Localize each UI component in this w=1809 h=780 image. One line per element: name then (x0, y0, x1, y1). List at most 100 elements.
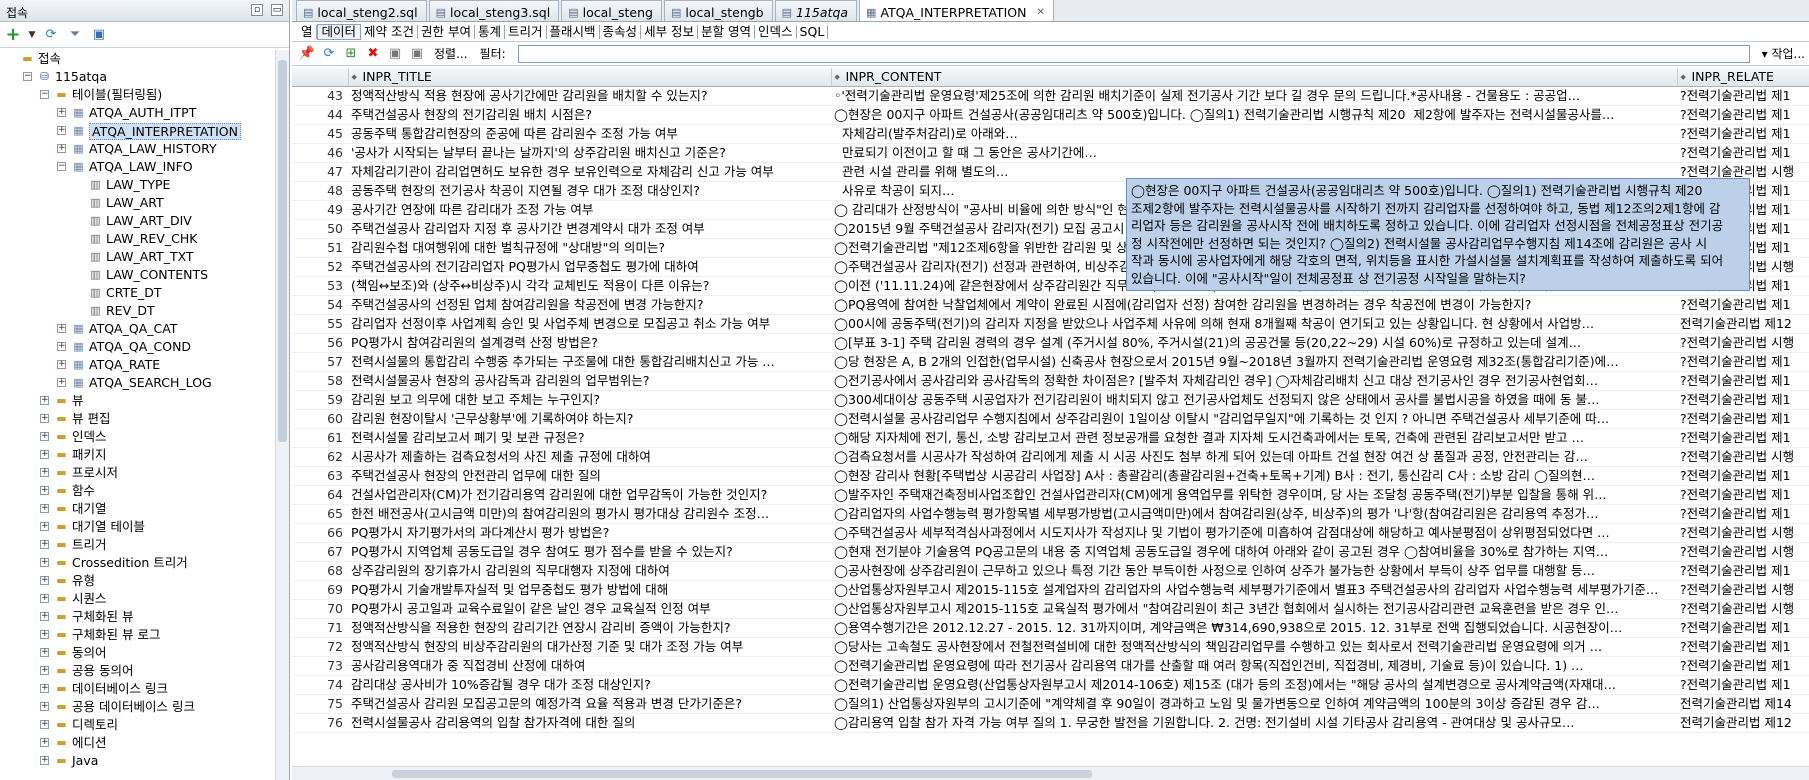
subtab-7[interactable]: 종속성 (600, 24, 642, 39)
tree-scroll-thumb[interactable] (278, 60, 287, 442)
relate-cell[interactable]: ?전력기술관리법 제1 (1677, 618, 1809, 638)
table-row[interactable]: 57 전력시설물의 통합감리 수행중 추가되는 구조물에 대한 통합감리배치신고 … (292, 352, 1809, 372)
table-row[interactable]: 75 주택건설공사 감리원 모집공고문의 예정가격 요율 적용과 변경 단가기준은… (292, 694, 1809, 714)
relate-cell[interactable]: ?전력기술관리법 제1 (1677, 390, 1809, 410)
tree-node[interactable]: + ▦ ATQA_QA_CAT (0, 320, 276, 338)
table-row[interactable]: 69 PQ평가시 기술개발투자실적 및 업무중첩도 평가 방법에 대해 ◯산업통상자… (292, 580, 1809, 600)
relate-cell[interactable]: ?전력기술관리법 시행 (1677, 542, 1809, 562)
content-cell[interactable]: ◯산업통상자원부고시 제2015-115호 교육실적 평가에서 "참여감리원이 … (831, 599, 1677, 619)
expand-icon[interactable]: + (57, 342, 66, 351)
relate-cell[interactable]: ?전력기술관리법 제1 (1677, 371, 1809, 391)
subtab-4[interactable]: 통계 (475, 24, 506, 39)
title-cell[interactable]: 자체감리기관이 감리업면허도 보유한 경우 보유인력으로 자체감리 신고 가능 … (348, 162, 831, 182)
row-number-cell[interactable]: 57 (292, 352, 348, 372)
row-number-cell[interactable]: 73 (292, 656, 348, 676)
tab-local-steng2[interactable]: ▤ local_steng2.sql (296, 0, 427, 21)
title-cell[interactable]: 상주감리원의 장기휴가시 감리원의 직무대행자 지정에 대하여 (348, 561, 831, 581)
row-number-cell[interactable]: 59 (292, 390, 348, 410)
tree-node[interactable]: + ▬ 패키지 (0, 446, 276, 464)
table-row[interactable]: 70 PQ평가시 공고일과 교육수료일이 같은 날인 경우 교육실적 인정 여부 ◯… (292, 599, 1809, 619)
row-number-cell[interactable]: 70 (292, 599, 348, 619)
content-cell[interactable]: ◯감리업자의 사업수행능력 평가항목별 세부평가방법(고시금액미만)에서 참여감… (831, 504, 1677, 524)
filter-icon[interactable]: ⏷ (66, 26, 84, 44)
tree-node[interactable]: + ▦ ATQA_SEARCH_LOG (0, 374, 276, 392)
title-cell[interactable]: 주택건설공사 현장의 전기감리원 배치 시점은? (348, 105, 831, 125)
refresh-icon[interactable]: ⟳ (42, 26, 60, 44)
expand-icon[interactable]: + (40, 594, 49, 603)
title-cell[interactable]: 감리원 보고 의무에 대한 보고 주체는 누구인지? (348, 390, 831, 410)
relate-cell[interactable]: 전력기술관리법 제12 (1677, 314, 1809, 334)
relate-cell[interactable]: ?전력기술관리법 제1 (1677, 409, 1809, 429)
tree-node[interactable]: + ▬ 에디션 (0, 734, 276, 752)
column-header-inpr-title[interactable]: ◆ INPR_TITLE (348, 68, 832, 87)
row-number-cell[interactable]: 67 (292, 542, 348, 562)
title-cell[interactable]: 공사감리용역대가 중 직접경비 산정에 대하여 (348, 656, 831, 676)
content-cell[interactable]: ◯00시에 공동주택(전기)의 감리자 지정을 받았으나 사업주체 사유에 의해… (831, 314, 1677, 334)
row-number-cell[interactable]: 76 (292, 713, 348, 733)
content-cell[interactable]: ◯현재 전기분야 기술용역 PQ공고문의 내용 중 지역업체 공동도급일 경우에… (831, 542, 1677, 562)
tree-node[interactable]: + ▦ ATQA_QA_COND (0, 338, 276, 356)
subtab-6[interactable]: 플래시백 (547, 24, 600, 39)
chevron-down-icon[interactable]: ▼ (28, 26, 36, 44)
content-cell[interactable]: ◯감리용역 입찰 참가 자격 가능 여부 질의 1. 무궁한 발전을 기원합니다… (831, 713, 1677, 733)
relate-cell[interactable]: ?전력기술관리법 제1 (1677, 637, 1809, 657)
tree-node[interactable]: ▥ REV_DT (0, 302, 276, 320)
table-row[interactable]: 66 PQ평가시 자기평가서의 과다계산시 평가 방법은? ◯주택건설공사 세부적격… (292, 523, 1809, 543)
relate-cell[interactable]: ?전력기술관리법 제1 (1677, 295, 1809, 315)
content-cell[interactable]: ◯300세대이상 공동주택 시공업자가 전기감리원이 배치되지 않고 전기공사업… (831, 390, 1677, 410)
collapse-icon[interactable]: − (57, 162, 66, 171)
tree-node[interactable]: ▥ LAW_TYPE (0, 176, 276, 194)
expand-icon[interactable]: + (57, 144, 66, 153)
content-cell[interactable]: ◯해당 지자체에 전기, 통신, 소방 감리보고서 관련 정보공개를 요청한 결… (831, 428, 1677, 448)
tree-node[interactable]: + ▦ ATQA_LAW_HISTORY (0, 140, 276, 158)
tree-node[interactable]: + ▦ ATQA_RATE (0, 356, 276, 374)
expand-icon[interactable]: + (40, 504, 49, 513)
title-cell[interactable]: 전력시설물 감리보고서 폐기 및 보관 규정은? (348, 428, 831, 448)
sort-button[interactable]: 정렬... (430, 44, 472, 63)
table-row[interactable]: 64 건설사업관리자(CM)가 전기감리용역 감리원에 대한 업무감독이 가능한 … (292, 485, 1809, 505)
commit-icon[interactable]: ▣ (386, 45, 404, 63)
title-cell[interactable]: 전력시설물의 통합감리 수행중 추가되는 구조물에 대한 통합감리배치신고 가능… (348, 352, 831, 372)
row-number-cell[interactable]: 62 (292, 447, 348, 467)
table-row[interactable]: 68 상주감리원의 장기휴가시 감리원의 직무대행자 지정에 대하여 ◯공사현장에 … (292, 561, 1809, 581)
content-cell[interactable]: ◯현장은 00지구 아파트 건설공사(공공임대리츠 약 500호)입니다. ◯질… (831, 105, 1677, 125)
expand-icon[interactable]: + (40, 720, 49, 729)
tree-node[interactable]: + ▬ 구체화된 뷰 (0, 608, 276, 626)
relate-cell[interactable]: ?전력기술관리법 제1 (1677, 143, 1809, 163)
table-row[interactable]: 67 PQ평가시 지역업체 공동도급일 경우 참여도 평가 점수를 받을 수 있는… (292, 542, 1809, 562)
tree-node[interactable]: ▥ LAW_ART_TXT (0, 248, 276, 266)
row-number-cell[interactable]: 55 (292, 314, 348, 334)
tree-node[interactable]: + ▦ ATQA_AUTH_ITPT (0, 104, 276, 122)
subtab-0[interactable]: 열 (298, 24, 317, 39)
expand-icon[interactable]: + (40, 756, 49, 765)
content-cell[interactable]: ◯[부표 3-1] 주택 감리원 경력의 경우 설계 (주거시설 80%, 주거… (831, 333, 1677, 353)
relate-cell[interactable]: ?전력기술관리법 제1 (1677, 124, 1809, 144)
content-cell[interactable]: ◯전기공사에서 공사감리와 공사감독의 정확한 차이점은? [발주처 자체감리인… (831, 371, 1677, 391)
row-number-cell[interactable]: 43 (292, 86, 348, 106)
title-cell[interactable]: 시공사가 제출하는 검측요청서의 사진 제출 규정에 대하여 (348, 447, 831, 467)
tree-node[interactable]: − ▦ ATQA_LAW_INFO (0, 158, 276, 176)
content-cell[interactable]: ◯질의1) 산업통상자원부의 고시기준에 "계약체결 후 90일이 경과하고 노… (831, 694, 1677, 714)
tree-node[interactable]: + ▬ 프로시저 (0, 464, 276, 482)
table-row[interactable]: 71 정액적산방식을 적용한 현장의 감리기간 연장시 감리비 증액이 가능한지?… (292, 618, 1809, 638)
content-cell[interactable]: ◯용역수행기간은 2012.12.27 - 2015. 12. 31까지이며, … (831, 618, 1677, 638)
tree-node[interactable]: ▥ LAW_ART (0, 194, 276, 212)
table-row[interactable]: 65 한전 배전공사(고시금액 미만)의 참여감리원의 평가시 평가대상 감리원수… (292, 504, 1809, 524)
pin-icon[interactable]: 📌 (298, 45, 316, 63)
tree-node[interactable]: + ▬ 공용 데이터베이스 링크 (0, 698, 276, 716)
tree-node[interactable]: + ▬ 대기열 (0, 500, 276, 518)
row-number-cell[interactable]: 51 (292, 238, 348, 258)
relate-cell[interactable]: ?전력기술관리법 제1 (1677, 352, 1809, 372)
tree-node[interactable]: + ▬ 트리거 (0, 536, 276, 554)
expand-icon[interactable]: + (40, 414, 49, 423)
subtab-10[interactable]: 인덱스 (755, 24, 797, 39)
tab-local-steng3[interactable]: ▤ local_steng3.sql (428, 0, 560, 21)
expand-icon[interactable]: + (57, 126, 66, 135)
tree-node[interactable]: ▥ LAW_REV_CHK (0, 230, 276, 248)
expand-icon[interactable]: + (40, 432, 49, 441)
tree-node[interactable]: + ▦ ATQA_INTERPRETATION (0, 122, 276, 140)
expand-icon[interactable]: + (40, 630, 49, 639)
content-cell[interactable]: ◯산업통상자원부고시 제2015-115호 설계업자의 감리업자의 사업수행능력… (831, 580, 1677, 600)
content-cell[interactable]: ◯검측요청서를 시공사가 작성하여 감리에게 제출 시 시공 사진도 첨부 하게… (831, 447, 1677, 467)
relate-cell[interactable]: ?전력기술관리법 제1 (1677, 86, 1809, 106)
